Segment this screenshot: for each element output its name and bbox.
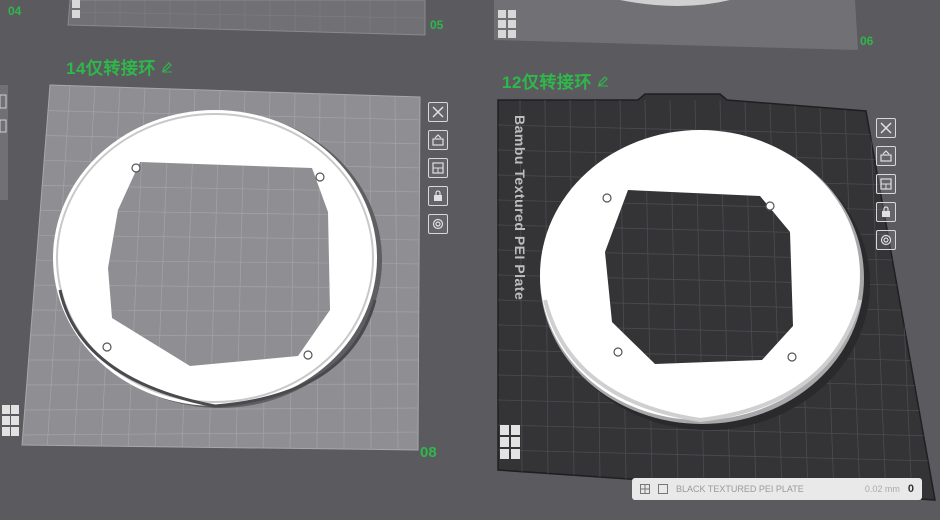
object-count: 0: [907, 483, 914, 495]
plate-toolbar-right: [876, 118, 896, 250]
lock-plate-button[interactable]: [876, 202, 896, 222]
plate-name-label-right[interactable]: 12仅转接环: [502, 68, 609, 93]
plate-name-text: 12仅转接环: [502, 73, 592, 92]
gear-icon: [880, 234, 892, 246]
plate-type-status: BLACK TEXTURED PEI PLATE: [676, 484, 804, 494]
image-icon: [658, 484, 668, 494]
auto-orient-button[interactable]: [876, 146, 896, 166]
lock-icon: [882, 206, 890, 217]
grid-icon: [640, 484, 650, 494]
delete-plate-button[interactable]: [876, 118, 896, 138]
plate-textured-bed[interactable]: [0, 0, 940, 520]
edit-icon[interactable]: [597, 75, 609, 87]
close-icon: [880, 122, 892, 134]
arrange-icon: [880, 178, 892, 190]
arrange-button[interactable]: [876, 174, 896, 194]
orient-icon: [880, 150, 892, 162]
plate-status-sub: 0.02 mm: [864, 484, 900, 494]
plate-type-text: Bambu Textured PEI Plate: [512, 115, 528, 301]
plate-info-strip: BLACK TEXTURED PEI PLATE 0.02 mm 0: [632, 478, 922, 500]
plate-settings-button[interactable]: [876, 230, 896, 250]
